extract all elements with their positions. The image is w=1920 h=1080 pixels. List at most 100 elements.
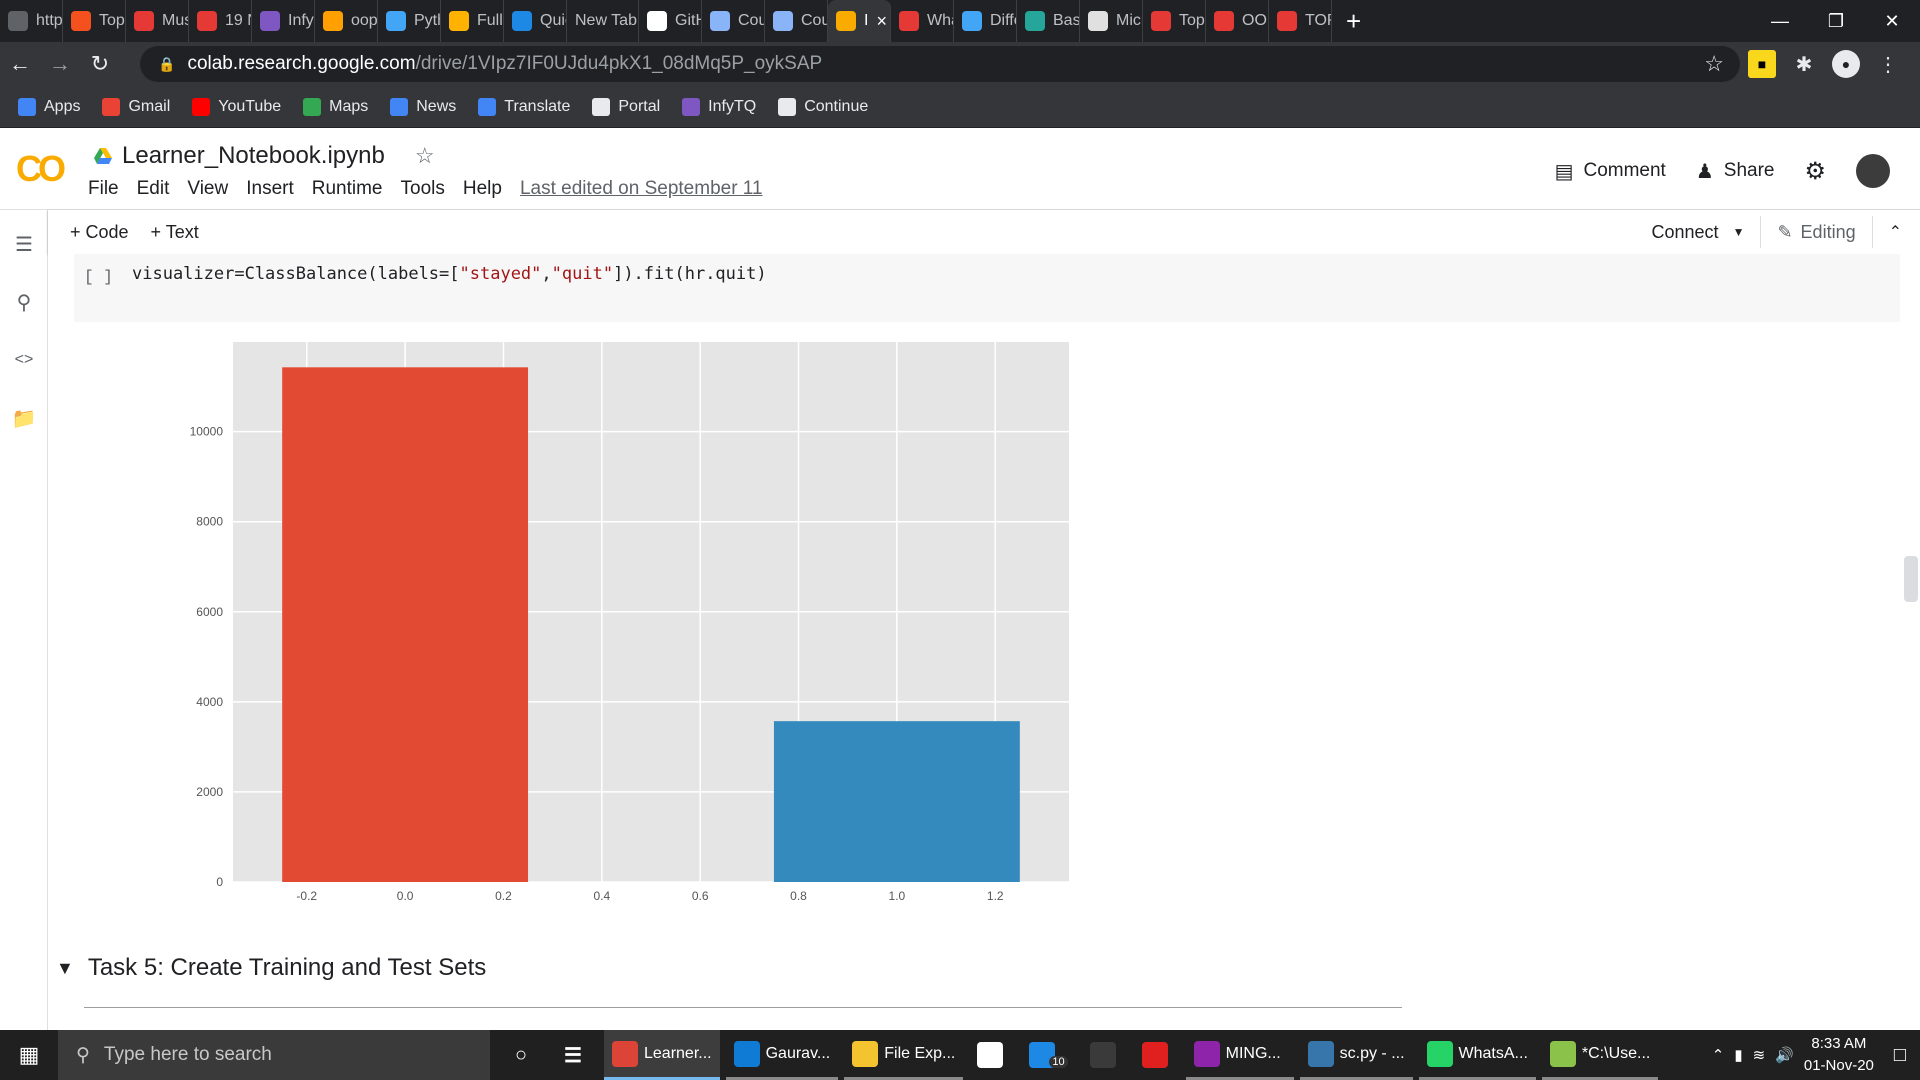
menu-help[interactable]: Help bbox=[463, 178, 502, 200]
add-code-button[interactable]: + Code bbox=[70, 222, 129, 243]
table-of-contents-icon[interactable]: ☰ bbox=[12, 232, 36, 256]
puzzle-icon[interactable]: ✱ bbox=[1790, 50, 1818, 78]
browser-tab[interactable]: Micr bbox=[1080, 0, 1143, 42]
clock[interactable]: 8:33 AM 01-Nov-20 bbox=[1804, 1033, 1874, 1077]
taskbar-item[interactable]: File Exp... bbox=[844, 1030, 964, 1080]
menu-tools[interactable]: Tools bbox=[401, 178, 445, 200]
restore-icon[interactable]: ❐ bbox=[1808, 0, 1864, 42]
bookmark-item[interactable]: Continue bbox=[778, 97, 868, 116]
bookmark-item[interactable]: YouTube bbox=[192, 97, 281, 116]
volume-icon[interactable]: 🔊 bbox=[1775, 1046, 1794, 1064]
taskbar-item[interactable]: WhatsA... bbox=[1418, 1030, 1536, 1080]
close-window-icon[interactable]: ✕ bbox=[1864, 0, 1920, 42]
browser-tab[interactable]: Infy bbox=[252, 0, 315, 42]
browser-tab[interactable]: 19 N bbox=[189, 0, 252, 42]
browser-tab[interactable]: I × bbox=[828, 0, 891, 42]
colab-logo[interactable]: CO bbox=[16, 148, 66, 190]
editing-button[interactable]: ✎ Editing bbox=[1777, 222, 1855, 243]
folder-icon[interactable]: 📁 bbox=[12, 406, 37, 430]
minimize-icon[interactable]: — bbox=[1752, 0, 1808, 42]
network-icon[interactable]: ≋ bbox=[1753, 1046, 1766, 1064]
close-tab-icon[interactable]: × bbox=[876, 11, 887, 32]
browser-tab[interactable]: Cou bbox=[702, 0, 765, 42]
menu-bar: File Edit View Insert Runtime Tools Help Last e… bbox=[88, 178, 763, 200]
bookmark-item[interactable]: Portal bbox=[592, 97, 660, 116]
browser-tab[interactable]: TOP bbox=[1269, 0, 1332, 42]
section-header[interactable]: ▼ Task 5: Create Training and Test Sets bbox=[48, 954, 1388, 982]
code-snippets-icon[interactable]: <> bbox=[12, 348, 36, 372]
taskbar-item[interactable] bbox=[1082, 1030, 1128, 1080]
last-edited-link[interactable]: Last edited on September 11 bbox=[520, 178, 763, 200]
x-tick-label: 0.0 bbox=[397, 889, 414, 903]
browser-tab[interactable]: http bbox=[0, 0, 63, 42]
bookmark-item[interactable]: Gmail bbox=[102, 97, 170, 116]
menu-file[interactable]: File bbox=[88, 178, 119, 200]
profile-avatar[interactable]: ● bbox=[1832, 50, 1860, 78]
comment-button[interactable]: ▤ Comment bbox=[1555, 159, 1666, 184]
user-avatar[interactable] bbox=[1856, 154, 1890, 188]
connect-button[interactable]: Connect ▼ bbox=[1652, 222, 1745, 243]
taskbar-item[interactable]: Learner... bbox=[604, 1030, 720, 1080]
taskbar-item[interactable]: MING... bbox=[1185, 1030, 1294, 1080]
browser-tab[interactable]: GitH bbox=[639, 0, 702, 42]
browser-tab[interactable]: Quic bbox=[504, 0, 567, 42]
browser-tab[interactable]: Cou bbox=[765, 0, 828, 42]
notifications-icon[interactable]: □ bbox=[1894, 1044, 1906, 1067]
menu-runtime[interactable]: Runtime bbox=[312, 178, 383, 200]
browser-tab[interactable]: FullS bbox=[441, 0, 504, 42]
search-icon[interactable]: ⚲ bbox=[12, 290, 36, 314]
run-cell-bracket[interactable]: [ ] bbox=[84, 268, 113, 286]
bookmark-item[interactable]: Maps bbox=[303, 97, 368, 116]
taskbar-search[interactable]: ⚲ Type here to search bbox=[58, 1030, 490, 1080]
bookmark-item[interactable]: News bbox=[390, 97, 456, 116]
bookmark-item[interactable]: Translate bbox=[478, 97, 570, 116]
code-text[interactable]: visualizer=ClassBalance(labels=["stayed"… bbox=[132, 264, 767, 284]
windows-start-icon[interactable]: ▦ bbox=[0, 1030, 58, 1080]
code-cell[interactable]: [ ] visualizer=ClassBalance(labels=["sta… bbox=[74, 254, 1900, 322]
collapse-chevron-icon[interactable]: ⌃ bbox=[1889, 222, 1902, 242]
settings-gear-icon[interactable]: ⚙ bbox=[1804, 157, 1826, 186]
browser-tab[interactable]: OOI bbox=[1206, 0, 1269, 42]
y-tick-label: 0 bbox=[216, 875, 223, 889]
browser-tab[interactable]: oop bbox=[315, 0, 378, 42]
back-icon[interactable]: ← bbox=[0, 44, 40, 84]
tab-label: http bbox=[36, 12, 63, 29]
address-bar[interactable]: 🔒 colab.research.google.com/drive/1VIpz7… bbox=[140, 46, 1740, 82]
taskbar-item[interactable]: Gaurav... bbox=[725, 1030, 839, 1080]
taskbar-item[interactable]: ○ bbox=[500, 1030, 546, 1080]
extension-icon[interactable]: ■ bbox=[1748, 50, 1776, 78]
share-button[interactable]: ♟ Share bbox=[1696, 159, 1775, 184]
tray-chevron-icon[interactable]: ⌃ bbox=[1712, 1046, 1725, 1064]
tab-label: Quic bbox=[540, 12, 566, 29]
star-icon[interactable]: ☆ bbox=[415, 143, 435, 169]
bookmark-item[interactable]: InfyTQ bbox=[682, 97, 756, 116]
menu-insert[interactable]: Insert bbox=[246, 178, 294, 200]
add-text-button[interactable]: + Text bbox=[151, 222, 199, 243]
taskbar-item[interactable]: *C:\Use... bbox=[1541, 1030, 1659, 1080]
taskbar-item[interactable]: ☰ bbox=[552, 1030, 598, 1080]
scrollbar-thumb[interactable] bbox=[1904, 556, 1918, 602]
collapse-triangle-icon[interactable]: ▼ bbox=[56, 958, 74, 979]
taskbar-item[interactable] bbox=[1134, 1030, 1180, 1080]
battery-icon[interactable]: ▮ bbox=[1734, 1046, 1742, 1064]
menu-view[interactable]: View bbox=[187, 178, 228, 200]
browser-tab[interactable]: Pyth bbox=[378, 0, 441, 42]
browser-tab[interactable]: Mus bbox=[126, 0, 189, 42]
browser-tab[interactable]: Top bbox=[1143, 0, 1206, 42]
browser-tab[interactable]: Top bbox=[63, 0, 126, 42]
forward-icon[interactable]: → bbox=[40, 44, 80, 84]
bookmark-star-icon[interactable]: ☆ bbox=[1704, 51, 1724, 77]
browser-tab[interactable]: New Tab bbox=[567, 0, 639, 42]
notebook-title[interactable]: Learner_Notebook.ipynb bbox=[122, 142, 385, 170]
taskbar-item[interactable]: 10 bbox=[1021, 1030, 1075, 1080]
taskbar-item[interactable] bbox=[969, 1030, 1015, 1080]
menu-edit[interactable]: Edit bbox=[137, 178, 170, 200]
new-tab-icon[interactable]: + bbox=[1346, 6, 1361, 37]
taskbar-item[interactable]: sc.py - ... bbox=[1299, 1030, 1413, 1080]
browser-tab[interactable]: Wha bbox=[891, 0, 954, 42]
reload-icon[interactable]: ↻ bbox=[80, 44, 120, 84]
menu-dots-icon[interactable]: ⋮ bbox=[1874, 50, 1902, 78]
browser-tab[interactable]: Diffe bbox=[954, 0, 1017, 42]
bookmark-item[interactable]: Apps bbox=[18, 97, 80, 116]
browser-tab[interactable]: Basi bbox=[1017, 0, 1080, 42]
